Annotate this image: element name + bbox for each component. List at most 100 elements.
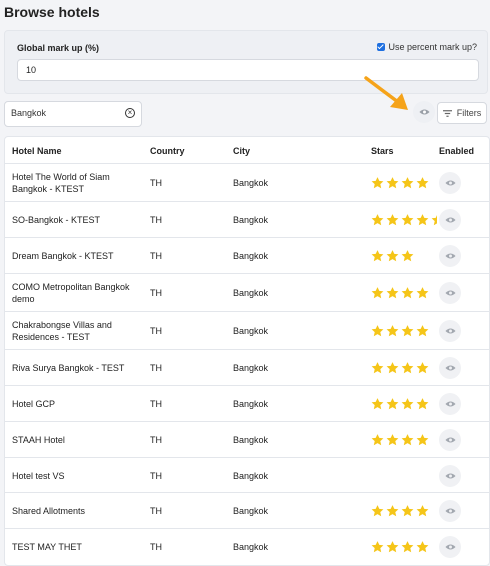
star-icon — [401, 540, 414, 552]
city-cell: Bangkok — [233, 541, 269, 552]
star-icon — [371, 325, 384, 337]
hotel-name-cell: STAAH Hotel — [12, 435, 65, 445]
table-row: TEST MAY THET TH Bangkok — [5, 528, 489, 564]
enabled-toggle[interactable] — [439, 464, 461, 487]
eye-icon — [418, 109, 430, 115]
eye-icon — [444, 365, 456, 371]
eye-icon — [444, 217, 456, 223]
enabled-toggle[interactable] — [439, 500, 461, 522]
table-row: Dream Bangkok - KTEST TH Bangkok — [5, 237, 489, 274]
enabled-toggle[interactable] — [439, 357, 461, 379]
star-icon — [401, 250, 414, 262]
search-value: Bangkok — [11, 108, 47, 118]
star-icon — [371, 505, 384, 517]
city-cell: Bangkok — [233, 363, 269, 373]
city-cell: Bangkok — [233, 435, 269, 445]
hotel-name-cell: TEST MAY THET — [12, 541, 82, 552]
country-cell: TH — [150, 435, 162, 445]
hotel-name-cell: Hotel test VS — [12, 470, 65, 481]
star-icon — [416, 434, 429, 446]
star-icon — [371, 287, 384, 299]
star-icon — [371, 398, 384, 410]
country-cell: TH — [150, 251, 162, 261]
enabled-toggle[interactable] — [439, 320, 461, 342]
table-row: SO-Bangkok - KTEST TH Bangkok — [5, 201, 489, 238]
enabled-toggle[interactable] — [439, 393, 461, 415]
country-cell: TH — [150, 215, 162, 225]
star-icon — [371, 214, 384, 226]
country-cell: TH — [150, 399, 162, 409]
star-icon — [416, 287, 429, 299]
hotel-name-cell: Hotel The World of Siam Bangkok - KTEST — [12, 172, 110, 194]
country-cell: TH — [150, 363, 162, 373]
clear-search-icon[interactable]: × — [125, 108, 135, 118]
star-icon — [416, 398, 429, 410]
city-cell: Bangkok — [233, 215, 269, 225]
search-input[interactable]: Bangkok × — [4, 101, 142, 127]
country-cell: TH — [150, 470, 162, 481]
star-icon — [371, 250, 384, 262]
annotation-arrow-icon — [364, 76, 408, 110]
star-icon — [416, 362, 429, 374]
enabled-toggle[interactable] — [439, 245, 461, 267]
star-icon — [401, 214, 414, 226]
star-icon — [401, 362, 414, 374]
city-cell: Bangkok — [233, 178, 269, 188]
city-cell: Bangkok — [233, 470, 269, 481]
filters-button[interactable]: Filters — [437, 102, 487, 124]
star-icon — [416, 325, 429, 337]
enabled-toggle[interactable] — [439, 282, 461, 304]
header-enabled[interactable]: Enabled — [439, 146, 474, 156]
enabled-toggle[interactable] — [439, 209, 461, 231]
eye-icon — [444, 180, 456, 186]
hotel-name-cell: Dream Bangkok - KTEST — [12, 251, 114, 261]
star-rating — [371, 177, 431, 190]
star-icon — [386, 362, 399, 374]
star-icon — [371, 362, 384, 374]
star-rating — [371, 287, 431, 300]
star-icon — [416, 177, 429, 189]
table-row: Riva Surya Bangkok - TEST TH Bangkok — [5, 349, 489, 386]
table-row: Hotel test VS TH Bangkok — [5, 457, 489, 493]
header-stars[interactable]: Stars — [371, 146, 394, 156]
country-cell: TH — [150, 178, 162, 188]
hotel-name-cell: Riva Surya Bangkok - TEST — [12, 363, 125, 373]
enabled-toggle[interactable] — [439, 429, 461, 451]
star-icon — [401, 177, 414, 189]
filter-icon — [442, 109, 452, 117]
eye-icon — [444, 328, 456, 334]
star-icon — [386, 398, 399, 410]
hotel-name-cell: COMO Metropolitan Bangkok demo — [12, 282, 130, 304]
hotel-name-cell: Chakrabongse Villas and Residences - TES… — [12, 320, 112, 342]
star-icon — [386, 250, 399, 262]
star-icon — [416, 540, 429, 552]
star-icon — [386, 434, 399, 446]
eye-icon — [444, 401, 456, 407]
header-city[interactable]: City — [233, 146, 250, 156]
eye-icon — [444, 543, 456, 550]
table-header: Hotel Name Country City Stars Enabled — [5, 137, 489, 163]
star-icon — [386, 214, 399, 226]
hotel-name-cell: Hotel GCP — [12, 399, 56, 409]
star-icon — [371, 177, 384, 189]
star-icon — [416, 214, 429, 226]
table-row: Shared Allotments TH Bangkok — [5, 492, 489, 529]
star-rating — [371, 505, 431, 518]
star-icon — [386, 177, 399, 189]
city-cell: Bangkok — [233, 288, 269, 298]
markup-label: Global mark up (%) — [17, 43, 100, 53]
star-icon — [371, 434, 384, 446]
enabled-toggle[interactable] — [439, 535, 461, 558]
show-disabled-toggle[interactable] — [413, 101, 435, 123]
star-icon — [386, 505, 399, 517]
star-icon — [401, 325, 414, 337]
use-percent-checkbox[interactable] — [377, 43, 386, 51]
enabled-toggle[interactable] — [439, 172, 461, 194]
header-hotel-name[interactable]: Hotel Name — [12, 146, 62, 156]
use-percent-toggle[interactable]: Use percent mark up? — [377, 42, 477, 52]
star-rating — [371, 540, 431, 553]
country-cell: TH — [150, 506, 162, 516]
header-country[interactable]: Country — [150, 146, 185, 156]
hotel-name-cell: SO-Bangkok - KTEST — [12, 215, 101, 225]
country-cell: TH — [150, 288, 162, 298]
